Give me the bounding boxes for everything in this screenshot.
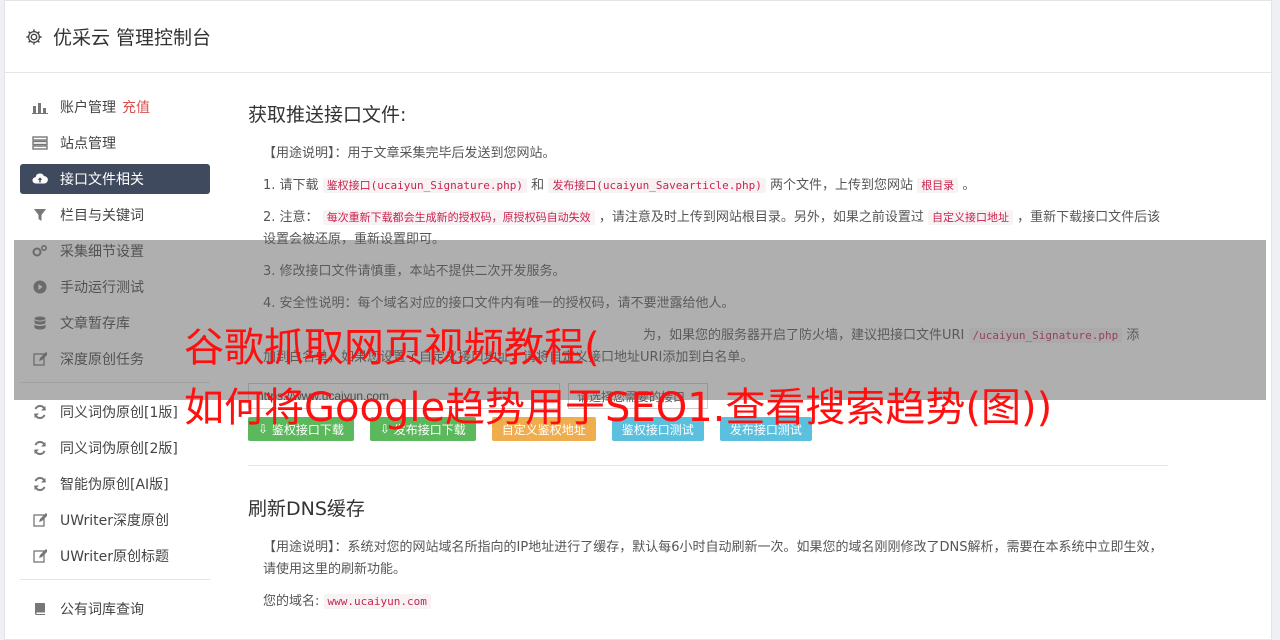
instruction-text: 2. 注意：	[263, 210, 319, 225]
page-header: 优采云 管理控制台	[5, 1, 1271, 73]
sidebar-item-synonym-v1[interactable]: 同义词伪原创[1版]	[20, 397, 210, 427]
sidebar-item-uwriter-deep[interactable]: UWriter深度原创	[20, 505, 210, 535]
instruction-text: 。	[962, 178, 976, 193]
page-title: 优采云 管理控制台	[53, 27, 212, 49]
sidebar-item-interface-files[interactable]: 接口文件相关	[20, 164, 210, 194]
section-divider	[248, 465, 1168, 466]
instruction-text: 两个文件，上传到您网站	[770, 178, 914, 193]
gear-icon	[26, 28, 42, 45]
edit-icon	[32, 548, 48, 564]
root-dir-code: 根目录	[917, 178, 959, 193]
sidebar-item-label: 账户管理	[60, 100, 116, 116]
custom-url-code: 自定义接口地址	[927, 210, 1013, 225]
recharge-link[interactable]: 充值	[122, 97, 150, 117]
instruction-text: 1. 请下载	[263, 178, 319, 193]
signature-file-code: 鉴权接口(ucaiyun_Signature.php)	[322, 178, 528, 193]
usage-text: ：用于文章采集完毕后发送到您网站。	[334, 146, 556, 161]
sidebar-item-uwriter-title[interactable]: UWriter原创标题	[20, 541, 210, 571]
sidebar-item-smart-ai[interactable]: 智能伪原创[AI版]	[20, 469, 210, 499]
cloud-upload-icon	[32, 171, 48, 187]
overlay-title-line2: 如何将Google趋势用于SEO1.查看搜索趋势(图))	[184, 385, 1053, 431]
sidebar-item-columns-keywords[interactable]: 栏目与关键词	[20, 200, 210, 230]
section-title-dns: 刷新DNS缓存	[248, 498, 365, 520]
sidebar-item-public-lexicon[interactable]: 公有词库查询	[20, 594, 210, 624]
usage-label: 【用途说明】	[263, 146, 335, 161]
sidebar-item-label: 接口文件相关	[60, 172, 144, 188]
instruction-text: 和	[531, 178, 545, 193]
instruction-1: 1. 请下载 鉴权接口(ucaiyun_Signature.php) 和 发布接…	[263, 175, 1168, 197]
domain-line: 您的域名: www.ucaiyun.com	[263, 591, 1168, 613]
sidebar-divider	[20, 579, 210, 580]
dns-usage-note: 【用途说明】：系统对您的网站域名所指向的IP地址进行了缓存，默认每6小时自动刷新…	[263, 537, 1168, 581]
domain-label: 您的域名:	[263, 594, 320, 609]
usage-label: 【用途说明】	[263, 540, 335, 555]
publish-file-code: 发布接口(ucaiyun_Savearticle.php)	[548, 178, 766, 193]
sidebar-item-label: UWriter原创标题	[60, 549, 169, 565]
edit-icon	[32, 512, 48, 528]
sidebar-item-synonym-v2[interactable]: 同义词伪原创[2版]	[20, 433, 210, 463]
sidebar-item-label: 公有词库查询	[60, 602, 144, 618]
overlay-title-line1: 谷歌抓取网页视频教程(	[184, 325, 600, 371]
sidebar-item-label: 同义词伪原创[1版]	[60, 405, 178, 421]
book-icon	[32, 601, 48, 617]
sidebar-item-label: 智能伪原创[AI版]	[60, 477, 169, 493]
usage-text: ：系统对您的网站域名所指向的IP地址进行了缓存，默认每6小时自动刷新一次。如果您…	[263, 540, 1163, 577]
domain-value: www.ucaiyun.com	[323, 594, 431, 609]
sidebar-item-label: 同义词伪原创[2版]	[60, 441, 178, 457]
sidebar-item-label: 站点管理	[60, 136, 116, 152]
sidebar-item-account[interactable]: 账户管理 充值	[20, 92, 210, 122]
section-title-interface: 获取推送接口文件:	[248, 104, 407, 126]
bar-chart-icon	[32, 99, 48, 115]
server-icon	[32, 135, 48, 151]
sidebar-item-sites[interactable]: 站点管理	[20, 128, 210, 158]
sidebar-item-label: 栏目与关键词	[60, 208, 144, 224]
warning-code: 每次重新下载都会生成新的授权码，原授权码自动失效	[322, 210, 595, 225]
instruction-text: ，请注意及时上传到网站根目录。另外，如果之前设置过	[598, 210, 924, 225]
filter-icon	[32, 207, 48, 223]
usage-note: 【用途说明】：用于文章采集完毕后发送到您网站。	[263, 143, 1168, 165]
sidebar-item-label: UWriter深度原创	[60, 513, 169, 529]
refresh-icon	[32, 440, 48, 456]
refresh-icon	[32, 476, 48, 492]
refresh-icon	[32, 404, 48, 420]
